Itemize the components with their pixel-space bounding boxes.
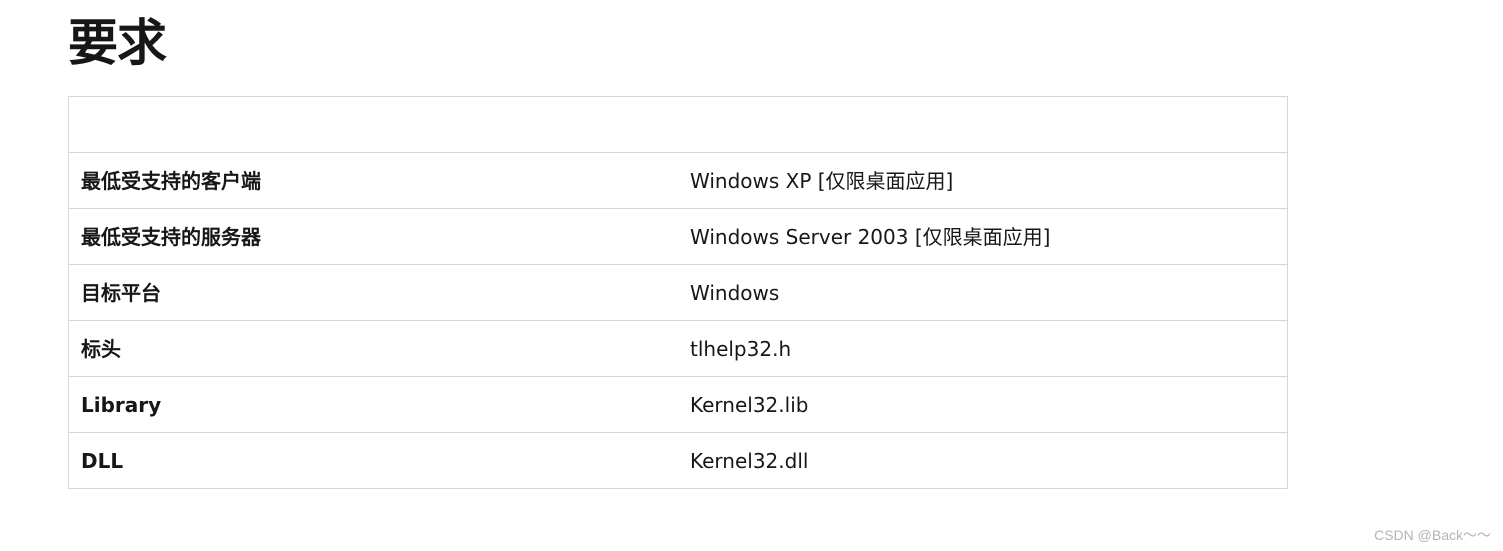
table-header-cell-empty xyxy=(678,97,1288,153)
row-label-library: Library xyxy=(68,376,678,433)
page-heading: 要求 xyxy=(68,14,167,72)
watermark: CSDN @Back～～ xyxy=(1374,527,1491,543)
row-value-library: Kernel32.lib xyxy=(678,376,1288,433)
row-label-target-platform: 目标平台 xyxy=(68,264,678,321)
table-row: Library Kernel32.lib xyxy=(68,376,1288,433)
row-label-header: 标头 xyxy=(68,320,678,377)
table-row: 标头 tlhelp32.h xyxy=(68,320,1288,377)
table-row: 最低受支持的客户端 Windows XP [仅限桌面应用] xyxy=(68,152,1288,209)
row-value-min-client: Windows XP [仅限桌面应用] xyxy=(678,152,1288,209)
row-label-min-client: 最低受支持的客户端 xyxy=(68,152,678,209)
table-row: 目标平台 Windows xyxy=(68,264,1288,321)
row-value-header: tlhelp32.h xyxy=(678,320,1288,377)
row-value-target-platform: Windows xyxy=(678,264,1288,321)
table-row: DLL Kernel32.dll xyxy=(68,432,1288,489)
row-value-dll: Kernel32.dll xyxy=(678,432,1288,489)
row-label-dll: DLL xyxy=(68,432,678,489)
table-header-cell-empty xyxy=(69,97,679,153)
requirements-table: 最低受支持的客户端 Windows XP [仅限桌面应用] 最低受支持的服务器 … xyxy=(68,96,1288,489)
table-header-row xyxy=(69,97,1288,153)
row-label-min-server: 最低受支持的服务器 xyxy=(68,208,678,265)
table-row: 最低受支持的服务器 Windows Server 2003 [仅限桌面应用] xyxy=(68,208,1288,265)
row-value-min-server: Windows Server 2003 [仅限桌面应用] xyxy=(678,208,1288,265)
